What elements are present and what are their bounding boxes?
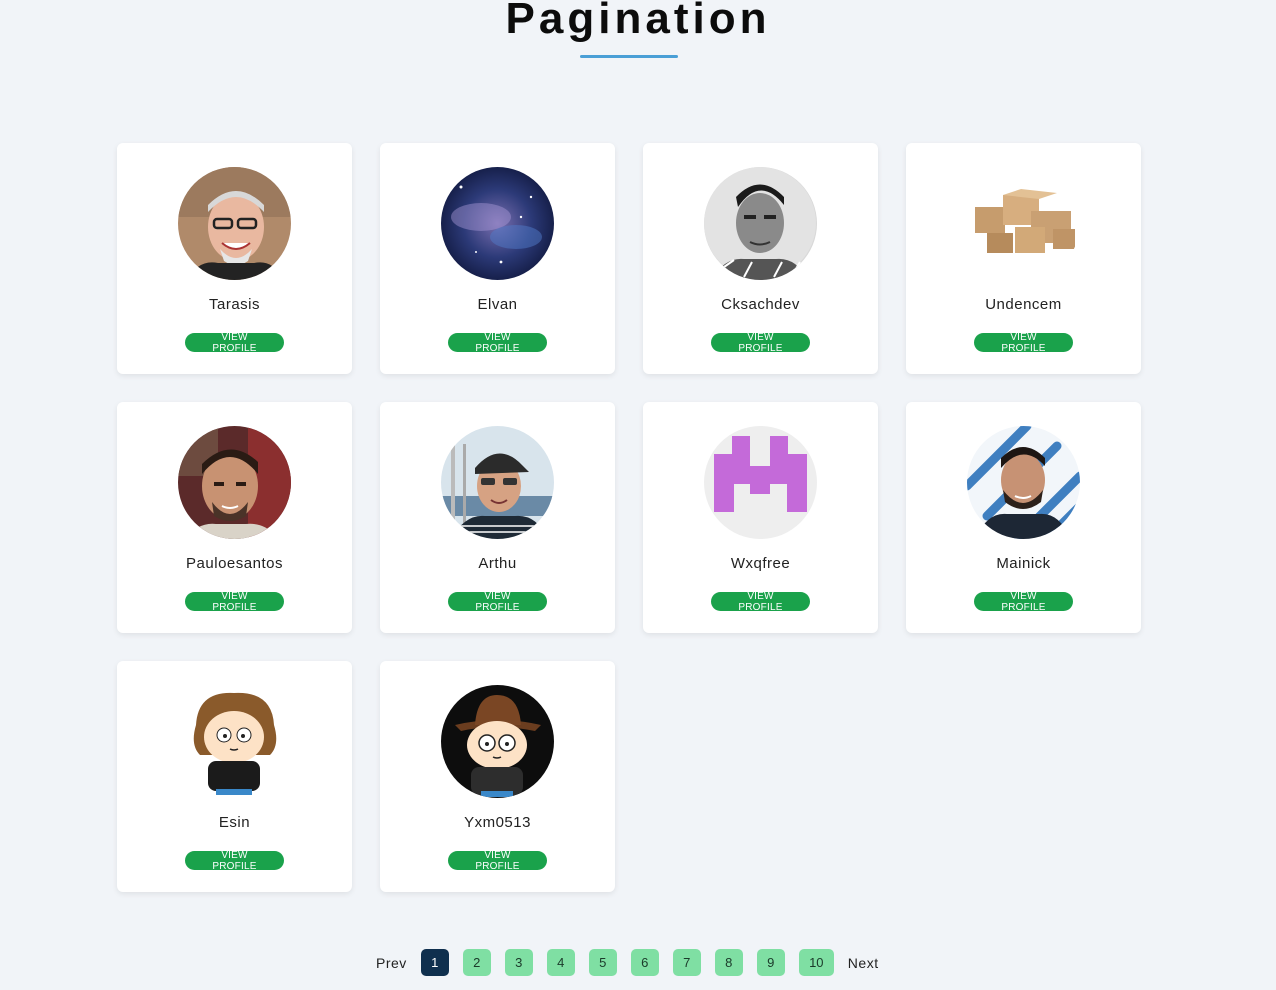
- profile-card: Arthu VIEW PROFILE: [380, 402, 615, 633]
- profile-card: Pauloesantos VIEW PROFILE: [117, 402, 352, 633]
- profile-name: Mainick: [996, 555, 1051, 572]
- profile-name: Pauloesantos: [186, 555, 283, 572]
- avatar: [967, 167, 1080, 280]
- profile-name: Arthu: [478, 555, 517, 572]
- view-profile-button[interactable]: VIEW PROFILE: [185, 850, 284, 872]
- view-profile-button[interactable]: VIEW PROFILE: [185, 332, 284, 354]
- view-profile-button[interactable]: VIEW PROFILE: [185, 591, 284, 613]
- profile-name: Cksachdev: [721, 296, 800, 313]
- cartoon-character-icon: [178, 685, 291, 798]
- page-button-4[interactable]: 4: [546, 949, 575, 976]
- avatar-photo-icon: [178, 167, 291, 280]
- avatar-photo-icon: [967, 426, 1080, 539]
- view-profile-button[interactable]: VIEW PROFILE: [711, 591, 810, 613]
- avatar-photo-icon: [178, 426, 291, 539]
- avatar: [967, 426, 1080, 539]
- profile-card: Undencem VIEW PROFILE: [906, 143, 1141, 374]
- profile-name: Elvan: [477, 296, 518, 313]
- avatar: [704, 426, 817, 539]
- profile-card: Esin VIEW PROFILE: [117, 661, 352, 892]
- profile-grid: Tarasis VIEW PROFILE Elvan VIEW PROFILE …: [117, 143, 1141, 892]
- avatar: [178, 685, 291, 798]
- profile-name: Undencem: [985, 296, 1062, 313]
- page-title: Pagination: [505, 0, 771, 43]
- next-page-link[interactable]: Next: [848, 955, 879, 971]
- view-profile-button[interactable]: VIEW PROFILE: [974, 591, 1073, 613]
- page-button-1[interactable]: 1: [420, 949, 449, 976]
- view-profile-button[interactable]: VIEW PROFILE: [448, 332, 547, 354]
- page-button-10[interactable]: 10: [798, 949, 834, 976]
- cartoon-character-icon: [441, 685, 554, 798]
- avatar: [441, 167, 554, 280]
- profile-name: Tarasis: [208, 296, 260, 313]
- page-button-8[interactable]: 8: [714, 949, 743, 976]
- page-button-7[interactable]: 7: [672, 949, 701, 976]
- avatar-photo-icon: [704, 167, 817, 280]
- title-underline: [580, 55, 678, 58]
- view-profile-button[interactable]: VIEW PROFILE: [711, 332, 810, 354]
- profile-name: Esin: [218, 814, 251, 831]
- page-button-6[interactable]: 6: [630, 949, 659, 976]
- avatar: [178, 426, 291, 539]
- profile-card: Tarasis VIEW PROFILE: [117, 143, 352, 374]
- page-button-3[interactable]: 3: [504, 949, 533, 976]
- avatar: [441, 426, 554, 539]
- view-profile-button[interactable]: VIEW PROFILE: [448, 591, 547, 613]
- view-profile-button[interactable]: VIEW PROFILE: [974, 332, 1073, 354]
- profile-card: Mainick VIEW PROFILE: [906, 402, 1141, 633]
- profile-card: Cksachdev VIEW PROFILE: [643, 143, 878, 374]
- view-profile-button[interactable]: VIEW PROFILE: [448, 850, 547, 872]
- profile-card: Yxm0513 VIEW PROFILE: [380, 661, 615, 892]
- avatar-photo-icon: [441, 426, 554, 539]
- profile-name: Yxm0513: [464, 814, 531, 831]
- avatar: [441, 685, 554, 798]
- profile-card: Elvan VIEW PROFILE: [380, 143, 615, 374]
- page-button-5[interactable]: 5: [588, 949, 617, 976]
- page-button-2[interactable]: 2: [462, 949, 491, 976]
- prev-page-link[interactable]: Prev: [376, 955, 407, 971]
- pagination: Prev 1 2 3 4 5 6 7 8 9 10 Next: [376, 949, 879, 976]
- avatar: [178, 167, 291, 280]
- profile-card: Wxqfree VIEW PROFILE: [643, 402, 878, 633]
- pixel-identicon-icon: [704, 426, 817, 539]
- galaxy-image-icon: [441, 167, 554, 280]
- avatar: [704, 167, 817, 280]
- profile-name: Wxqfree: [730, 555, 791, 572]
- cardboard-boxes-icon: [967, 167, 1080, 280]
- page-button-9[interactable]: 9: [756, 949, 785, 976]
